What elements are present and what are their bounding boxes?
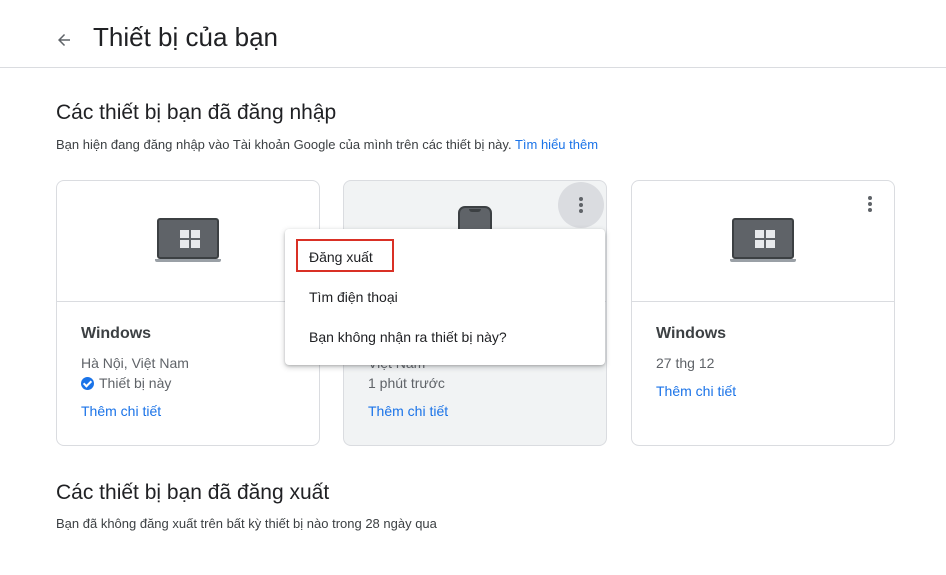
- device-date: 27 thg 12: [656, 355, 715, 371]
- more-options-icon[interactable]: [847, 181, 893, 227]
- windows-laptop-icon: [730, 218, 798, 264]
- signed-in-description: Bạn hiện đang đăng nhập vào Tài khoản Go…: [56, 137, 598, 152]
- more-options-icon[interactable]: [558, 182, 604, 228]
- device-last-active: 1 phút trước: [368, 375, 445, 391]
- device-card-image-area: [57, 181, 319, 302]
- device-name: Windows: [81, 325, 152, 342]
- this-device-badge: Thiết bị này: [81, 375, 171, 391]
- menu-item-dont-recognize[interactable]: Bạn không nhận ra thiết bị này?: [285, 317, 605, 357]
- menu-item-sign-out[interactable]: Đăng xuất: [285, 237, 605, 277]
- signed-in-description-text: Bạn hiện đang đăng nhập vào Tài khoản Go…: [56, 137, 512, 152]
- device-name: Windows: [656, 325, 727, 342]
- device-card-windows-current[interactable]: Windows Hà Nội, Việt Nam Thiết bị này Th…: [56, 180, 320, 446]
- signed-in-section-title: Các thiết bị bạn đã đăng nhập: [56, 101, 337, 124]
- top-bar: Thiết bị của bạn: [0, 0, 946, 68]
- more-details-link[interactable]: Thêm chi tiết: [656, 383, 736, 399]
- verified-check-icon: [81, 377, 94, 390]
- device-card-windows-other[interactable]: Windows 27 thg 12 Thêm chi tiết: [631, 180, 895, 446]
- learn-more-link[interactable]: Tìm hiểu thêm: [515, 137, 598, 152]
- menu-item-find-phone[interactable]: Tìm điện thoại: [285, 277, 605, 317]
- more-details-link[interactable]: Thêm chi tiết: [368, 403, 448, 419]
- more-details-link[interactable]: Thêm chi tiết: [81, 403, 161, 419]
- signed-out-section-title: Các thiết bị bạn đã đăng xuất: [56, 481, 330, 504]
- arrow-back-icon[interactable]: [52, 28, 76, 52]
- device-options-menu: Đăng xuất Tìm điện thoại Bạn không nhận …: [285, 229, 605, 365]
- windows-laptop-icon: [155, 218, 223, 264]
- signed-out-description: Bạn đã không đăng xuất trên bất kỳ thiết…: [56, 516, 437, 531]
- this-device-label: Thiết bị này: [99, 375, 172, 391]
- page-title: Thiết bị của bạn: [93, 22, 279, 52]
- device-location: Hà Nội, Việt Nam: [81, 355, 189, 371]
- phone-icon: [458, 206, 492, 230]
